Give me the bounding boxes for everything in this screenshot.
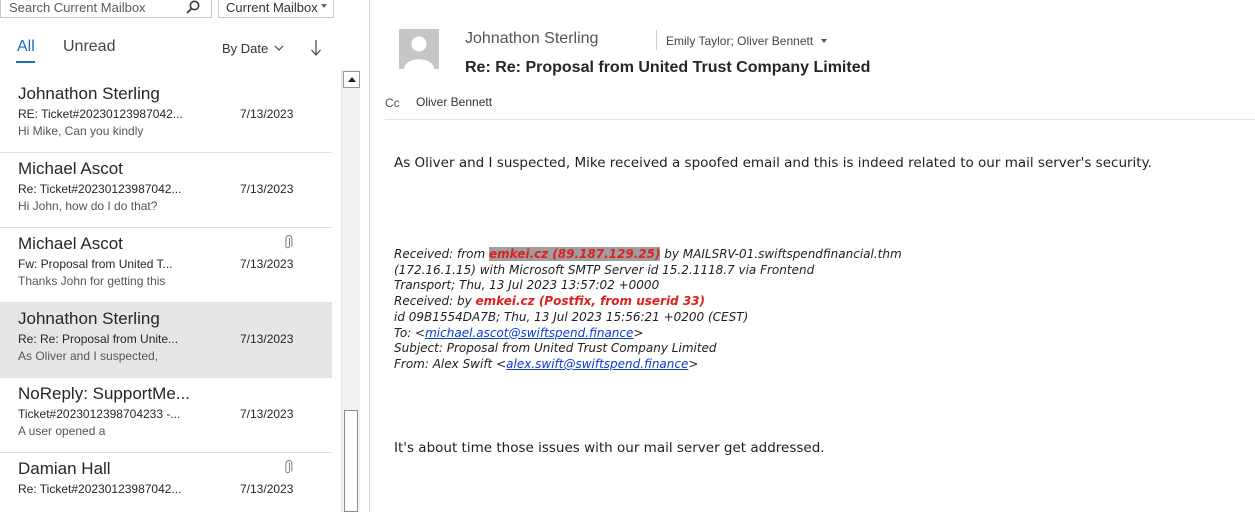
search-input[interactable]: Search Current Mailbox bbox=[0, 0, 212, 18]
message-sender: Johnathon Sterling bbox=[18, 84, 160, 103]
header-text: > bbox=[688, 356, 699, 371]
recipients-dropdown[interactable]: Emily Taylor; Oliver Bennett bbox=[666, 34, 828, 48]
chevron-down-icon bbox=[274, 45, 284, 51]
message-item[interactable]: NoReply: SupportMe... Ticket#20230123987… bbox=[0, 378, 332, 453]
email-body-intro: As Oliver and I suspected, Mike received… bbox=[394, 155, 1152, 171]
message-date: 7/13/2023 bbox=[240, 482, 294, 496]
sort-arrow-icon[interactable] bbox=[309, 38, 323, 58]
email-headers-quote: Received: from emkei.cz (89.187.129.25) … bbox=[394, 247, 902, 373]
filter-bar: All Unread By Date bbox=[0, 36, 340, 66]
message-subject: Ticket#2023012398704233 -... bbox=[18, 407, 181, 421]
header-line: Transport; Thu, 13 Jul 2023 13:57:02 +00… bbox=[394, 278, 660, 293]
search-icon[interactable] bbox=[185, 0, 201, 15]
message-list: Johnathon Sterling RE: Ticket#2023012398… bbox=[0, 78, 332, 512]
message-sender: Michael Ascot bbox=[18, 159, 123, 178]
cc-recipient[interactable]: Oliver Bennett bbox=[416, 95, 492, 109]
header-text: > bbox=[633, 325, 644, 340]
header-line: Received: from emkei.cz (89.187.129.25) … bbox=[394, 247, 902, 263]
message-preview: Hi John, how do I do that? bbox=[18, 199, 158, 213]
message-date: 7/13/2023 bbox=[240, 407, 294, 421]
message-date: 7/13/2023 bbox=[240, 182, 294, 196]
message-item[interactable]: Johnathon Sterling RE: Ticket#2023012398… bbox=[0, 78, 332, 153]
sender-host: emkei.cz bbox=[489, 247, 549, 261]
sender-name[interactable]: Johnathon Sterling bbox=[465, 30, 598, 48]
reading-pane: Johnathon Sterling Emily Taylor; Oliver … bbox=[370, 0, 1255, 512]
from-email-link[interactable]: alex.swift@swiftspend.finance bbox=[506, 357, 688, 371]
header-text: Received: from bbox=[394, 247, 489, 261]
cc-label: Cc bbox=[385, 96, 400, 110]
tab-all[interactable]: All bbox=[17, 38, 35, 56]
message-sender: Johnathon Sterling bbox=[18, 309, 160, 328]
message-date: 7/13/2023 bbox=[240, 332, 294, 346]
email-body-outro: It's about time those issues with our ma… bbox=[394, 440, 825, 456]
message-subject: Re: Re: Proposal from Unite... bbox=[18, 332, 179, 346]
avatar[interactable] bbox=[399, 29, 439, 69]
attachment-icon bbox=[285, 235, 293, 249]
message-sender: Damian Hall bbox=[18, 459, 111, 478]
message-preview: A user opened a bbox=[18, 424, 106, 438]
message-date: 7/13/2023 bbox=[240, 257, 294, 271]
header-divider bbox=[385, 119, 1255, 120]
active-tab-indicator bbox=[16, 61, 35, 63]
message-subject: Fw: Proposal from United T... bbox=[18, 257, 173, 271]
scroll-up-icon bbox=[348, 77, 356, 82]
sort-by-label: By Date bbox=[222, 41, 269, 56]
message-subject: Re: Ticket#20230123987042... bbox=[18, 482, 182, 496]
header-line: Subject: Proposal from United Trust Comp… bbox=[394, 341, 717, 356]
search-scope-label: Current Mailbox bbox=[226, 0, 318, 15]
header-text: by MAILSRV-01.swiftspendfinancial.thm bbox=[660, 247, 902, 261]
tab-unread[interactable]: Unread bbox=[63, 38, 115, 56]
message-sender: NoReply: SupportMe... bbox=[18, 384, 190, 403]
header-text: To: < bbox=[394, 325, 426, 340]
to-email-link[interactable]: michael.ascot@swiftspend.finance bbox=[425, 326, 633, 340]
header-line: id 09B1554DA7B; Thu, 13 Jul 2023 15:56:2… bbox=[394, 309, 749, 324]
header-line: (172.16.1.15) with Microsoft SMTP Server… bbox=[394, 262, 815, 277]
message-sender: Michael Ascot bbox=[18, 234, 123, 253]
chevron-down-icon bbox=[321, 4, 327, 8]
chevron-down-icon bbox=[821, 39, 828, 43]
message-item[interactable]: Damian Hall Re: Ticket#20230123987042...… bbox=[0, 453, 332, 512]
message-item[interactable]: Michael Ascot Fw: Proposal from United T… bbox=[0, 228, 332, 303]
header-line: From: Alex Swift <alex.swift@swiftspend.… bbox=[394, 357, 902, 373]
header-line: Received: by emkei.cz (Postfix, from use… bbox=[394, 294, 902, 310]
sort-by-dropdown[interactable]: By Date bbox=[222, 41, 284, 56]
header-text: From: Alex Swift < bbox=[394, 356, 507, 371]
message-date: 7/13/2023 bbox=[240, 107, 294, 121]
header-text: Received: by bbox=[394, 294, 476, 309]
header-separator bbox=[656, 30, 657, 50]
email-subject: Re: Re: Proposal from United Trust Compa… bbox=[465, 59, 871, 76]
message-preview: As Oliver and I suspected, bbox=[18, 349, 159, 363]
message-item[interactable]: Michael Ascot Re: Ticket#20230123987042.… bbox=[0, 153, 332, 228]
sender-ip: (89.187.129.25) bbox=[548, 247, 661, 261]
message-list-pane: Search Current Mailbox Current Mailbox A… bbox=[0, 0, 362, 512]
header-line: To: <michael.ascot@swiftspend.finance> bbox=[394, 326, 902, 342]
recipients-list: Emily Taylor; Oliver Bennett bbox=[666, 34, 814, 48]
message-subject: RE: Ticket#20230123987042... bbox=[18, 107, 183, 121]
scrollbar-thumb[interactable] bbox=[344, 410, 358, 512]
message-preview: Thanks John for getting this bbox=[18, 274, 166, 288]
received-by-host: emkei.cz (Postfix, from userid 33) bbox=[475, 294, 706, 309]
attachment-icon bbox=[285, 460, 293, 474]
avatar-placeholder-icon bbox=[399, 29, 439, 69]
message-item-selected[interactable]: Johnathon Sterling Re: Re: Proposal from… bbox=[0, 303, 332, 378]
search-scope-dropdown[interactable]: Current Mailbox bbox=[218, 0, 334, 18]
message-preview: Hi Mike, Can you kindly bbox=[18, 124, 144, 138]
message-list-scrollbar[interactable] bbox=[341, 70, 360, 512]
search-placeholder: Search Current Mailbox bbox=[9, 0, 146, 15]
message-subject: Re: Ticket#20230123987042... bbox=[18, 182, 182, 196]
scroll-up-button[interactable] bbox=[343, 71, 360, 88]
